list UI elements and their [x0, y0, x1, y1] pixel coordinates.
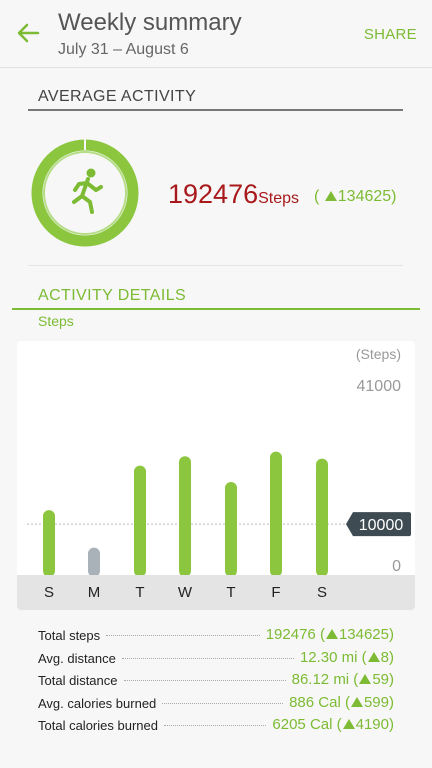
- stat-value: 6205 Cal (4190): [272, 716, 394, 733]
- stat-value: 86.12 mi (59): [291, 671, 394, 688]
- goal-label: 10000: [359, 517, 404, 534]
- bar-1: [88, 547, 100, 575]
- activity-details-heading: ACTIVITY DETAILS: [38, 287, 187, 304]
- stat-value: 12.30 mi (8): [299, 648, 394, 666]
- average-activity-heading: AVERAGE ACTIVITY: [38, 88, 197, 105]
- details-divider: [12, 308, 420, 310]
- activity-ring: [30, 138, 140, 248]
- average-change-value: 134625): [337, 188, 397, 205]
- average-steps-change: ( 134625): [314, 188, 397, 205]
- y-min-label: 0: [392, 558, 401, 575]
- stat-label: Total calories burned: [38, 718, 158, 733]
- dotted-leader: [163, 716, 267, 726]
- y-max-label: 41000: [357, 378, 402, 395]
- stat-label: Total steps: [38, 628, 101, 643]
- share-button[interactable]: SHARE: [364, 26, 417, 43]
- dotted-leader: [121, 649, 294, 659]
- average-steps-value: 192476: [168, 179, 259, 209]
- day-axis: SMTWTFS: [17, 575, 415, 610]
- date-range: July 31 – August 6: [58, 41, 189, 58]
- average-steps: 192476Steps: [168, 179, 299, 210]
- average-steps-unit: Steps: [258, 190, 300, 207]
- unit-label: (Steps): [356, 346, 401, 362]
- dotted-leader: [162, 694, 284, 704]
- bar-3: [179, 456, 191, 575]
- increase-triangle-icon: [350, 696, 363, 707]
- back-arrow-icon[interactable]: [14, 18, 44, 48]
- bar-2: [134, 465, 146, 575]
- section-divider: [28, 109, 403, 111]
- stat-row: Avg. distance 12.30 mi (8): [38, 649, 394, 672]
- day-label: T: [226, 584, 236, 601]
- stat-label: Avg. calories burned: [38, 695, 157, 711]
- stat-row: Avg. calories burned 886 Cal (599): [38, 694, 394, 717]
- stat-row: Total steps 192476 (134625): [38, 626, 394, 649]
- stat-row: Total distance 86.12 mi (59): [38, 671, 394, 694]
- dotted-leader: [106, 626, 260, 636]
- section-separator: [28, 265, 403, 266]
- increase-triangle-icon: [325, 629, 338, 639]
- running-person-icon: [72, 168, 103, 214]
- stat-label: Total distance: [38, 673, 118, 688]
- bar-5: [270, 451, 282, 575]
- stat-label: Avg. distance: [38, 650, 116, 666]
- bar-4: [225, 482, 237, 575]
- day-label: S: [316, 584, 327, 601]
- day-label: W: [177, 584, 193, 601]
- day-label: M: [87, 584, 101, 601]
- increase-triangle-icon: [367, 651, 380, 662]
- bar-6: [316, 458, 328, 575]
- metric-label: Steps: [38, 313, 74, 329]
- dotted-leader: [123, 671, 286, 681]
- steps-chart[interactable]: (Steps) 41000 0 10000 S M T W T F S: [17, 341, 415, 610]
- day-label: T: [135, 584, 145, 601]
- stat-row: Total calories burned 6205 Cal (4190): [38, 716, 394, 739]
- increase-triangle-icon: [359, 674, 372, 684]
- stats-list: Total steps 192476 (134625) Avg. distance 1…: [38, 626, 394, 739]
- day-label: S: [43, 584, 54, 601]
- day-label: F: [271, 584, 281, 601]
- increase-triangle-icon: [342, 719, 355, 729]
- app-bar: Weekly summary July 31 – August 6 SHARE: [0, 0, 432, 68]
- stat-value: 886 Cal (599): [289, 693, 394, 711]
- bar-0: [43, 510, 55, 575]
- increase-triangle-icon: [324, 191, 337, 201]
- stat-value: 192476 (134625): [265, 626, 394, 643]
- page-title: Weekly summary: [58, 9, 242, 36]
- steps-chart-svg: (Steps) 41000 0 10000: [27, 346, 411, 575]
